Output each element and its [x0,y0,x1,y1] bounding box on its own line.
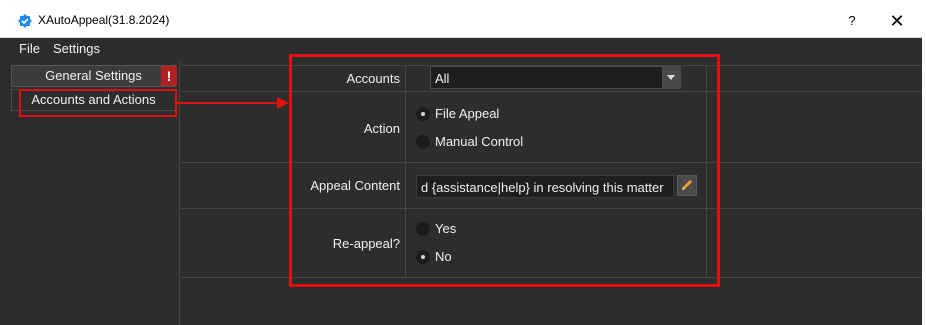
arrow-right-icon [277,97,289,109]
shield-check-icon [18,14,32,28]
window-title: XAutoAppeal(31.8.2024) [38,13,170,27]
annotation-highlight-sidebar-item [19,89,177,117]
annotation-arrow-line [177,102,283,104]
menu-settings[interactable]: Settings [53,41,100,56]
close-button[interactable]: ✕ [880,8,914,34]
menu-file[interactable]: File [19,41,40,56]
help-button[interactable]: ? [838,8,866,34]
annotation-highlight-form [289,54,720,287]
warning-badge: ! [161,66,177,86]
sidebar-item-general-settings[interactable]: General Settings [11,65,176,87]
title-bar: XAutoAppeal(31.8.2024) ? ✕ [0,0,922,38]
